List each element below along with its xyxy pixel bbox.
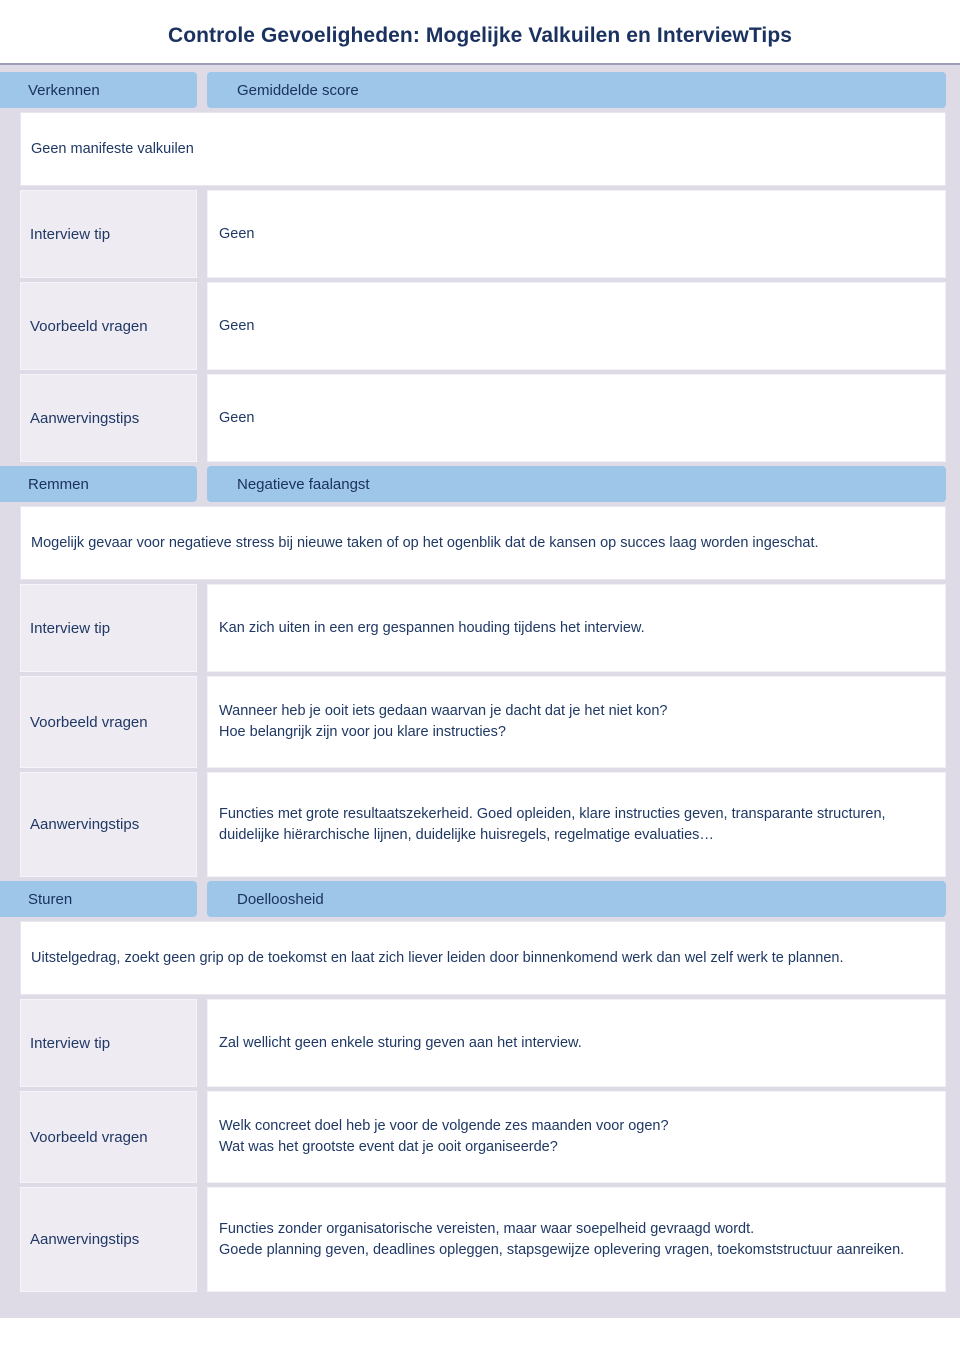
section-category: Remmen bbox=[0, 466, 197, 503]
table-body: Verkennen Gemiddelde score Geen manifest… bbox=[0, 65, 960, 1307]
section-trait: Negatieve faalangst bbox=[207, 466, 946, 503]
report-page: Controle Gevoeligheden: Mogelijke Valkui… bbox=[0, 14, 960, 1350]
row-divider bbox=[197, 676, 207, 769]
row-value: Zal wellicht geen enkele sturing geven a… bbox=[207, 999, 946, 1088]
section-trait: Gemiddelde score bbox=[207, 72, 946, 109]
row-divider bbox=[197, 282, 207, 371]
table-row: Aanwervingstips Functies zonder organisa… bbox=[20, 1187, 946, 1293]
section-category: Verkennen bbox=[0, 72, 197, 109]
row-label: Voorbeeld vragen bbox=[20, 1091, 197, 1184]
table-row: Aanwervingstips Geen bbox=[20, 374, 946, 463]
row-value: Functies zonder organisatorische vereist… bbox=[207, 1187, 946, 1293]
section-description-row: Uitstelgedrag, zoekt geen grip op de toe… bbox=[20, 921, 946, 996]
row-label: Aanwervingstips bbox=[20, 772, 197, 878]
row-value: Geen bbox=[207, 190, 946, 279]
page-title: Controle Gevoeligheden: Mogelijke Valkui… bbox=[167, 24, 793, 48]
table-row: Voorbeeld vragen Wanneer heb je ooit iet… bbox=[20, 676, 946, 769]
row-divider bbox=[197, 584, 207, 673]
row-label: Interview tip bbox=[20, 190, 197, 279]
table-row: Interview tip Geen bbox=[20, 190, 946, 279]
section-header: Verkennen Gemiddelde score bbox=[0, 72, 946, 109]
section-header-divider bbox=[197, 466, 207, 503]
section-header: Remmen Negatieve faalangst bbox=[0, 466, 946, 503]
row-label: Interview tip bbox=[20, 584, 197, 673]
section-description: Mogelijk gevaar voor negatieve stress bi… bbox=[31, 534, 819, 551]
section-description: Geen manifeste valkuilen bbox=[31, 140, 194, 157]
section-description-row: Mogelijk gevaar voor negatieve stress bi… bbox=[20, 506, 946, 581]
section-description: Uitstelgedrag, zoekt geen grip op de toe… bbox=[31, 949, 844, 966]
table-row: Voorbeeld vragen Welk concreet doel heb … bbox=[20, 1091, 946, 1184]
section-category: Sturen bbox=[0, 881, 197, 918]
row-value: Functies met grote resultaatszekerheid. … bbox=[207, 772, 946, 878]
section-header-divider bbox=[197, 881, 207, 918]
table-row: Voorbeeld vragen Geen bbox=[20, 282, 946, 371]
row-value: Welk concreet doel heb je voor de volgen… bbox=[207, 1091, 946, 1184]
row-label: Voorbeeld vragen bbox=[20, 282, 197, 371]
table-row: Aanwervingstips Functies met grote resul… bbox=[20, 772, 946, 878]
section-header: Sturen Doelloosheid bbox=[0, 881, 946, 918]
row-value: Geen bbox=[207, 374, 946, 463]
table-row: Interview tip Zal wellicht geen enkele s… bbox=[20, 999, 946, 1088]
table-row: Interview tip Kan zich uiten in een erg … bbox=[20, 584, 946, 673]
row-divider bbox=[197, 772, 207, 878]
valkuilen-table: Verkennen Gemiddelde score Geen manifest… bbox=[0, 63, 960, 1319]
table-bottom-border bbox=[0, 1306, 960, 1319]
row-value: Wanneer heb je ooit iets gedaan waarvan … bbox=[207, 676, 946, 769]
row-label: Voorbeeld vragen bbox=[20, 676, 197, 769]
row-label: Aanwervingstips bbox=[20, 1187, 197, 1293]
row-divider bbox=[197, 374, 207, 463]
row-label: Interview tip bbox=[20, 999, 197, 1088]
row-value: Kan zich uiten in een erg gespannen houd… bbox=[207, 584, 946, 673]
section-trait: Doelloosheid bbox=[207, 881, 946, 918]
row-label: Aanwervingstips bbox=[20, 374, 197, 463]
row-value: Geen bbox=[207, 282, 946, 371]
row-divider bbox=[197, 1091, 207, 1184]
section-description-row: Geen manifeste valkuilen bbox=[20, 112, 946, 187]
row-divider bbox=[197, 190, 207, 279]
section-header-divider bbox=[197, 72, 207, 109]
row-divider bbox=[197, 1187, 207, 1293]
row-divider bbox=[197, 999, 207, 1088]
